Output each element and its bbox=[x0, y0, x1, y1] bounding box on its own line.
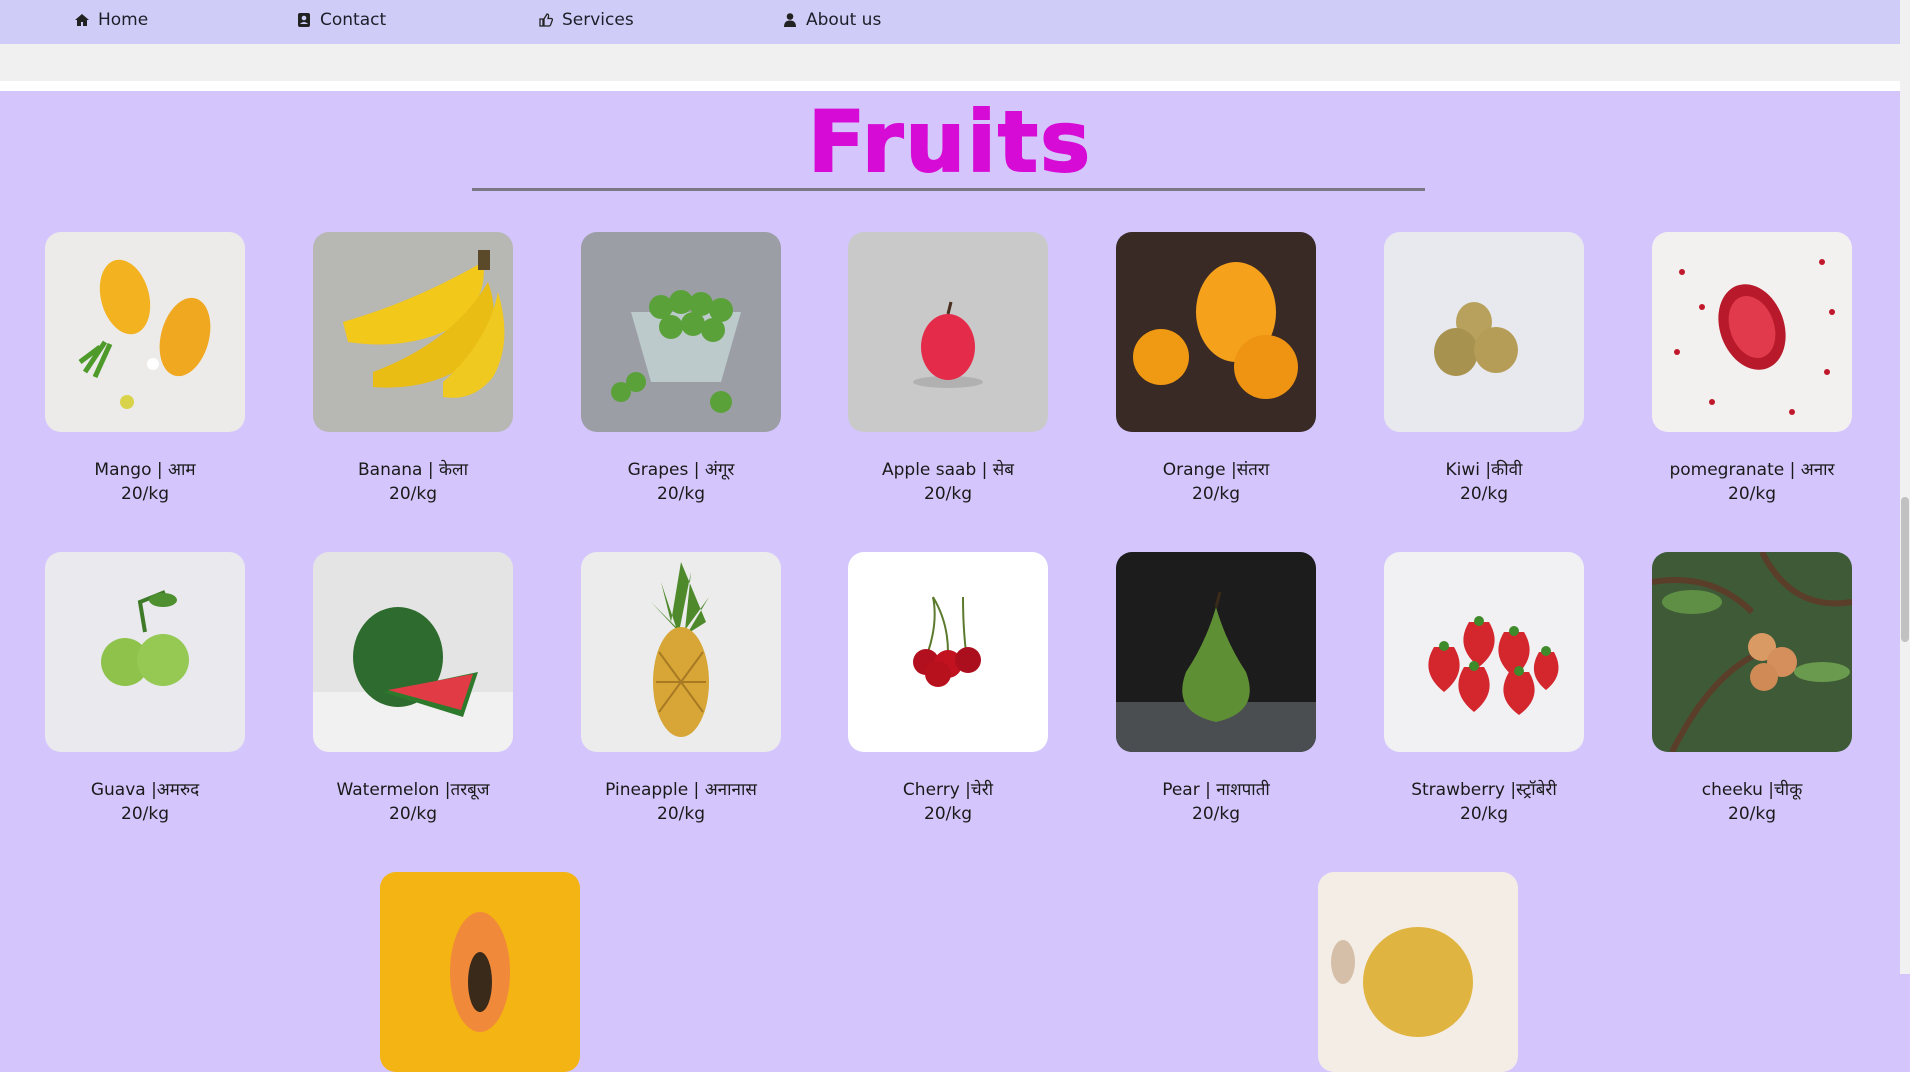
fruit-price: 20/kg bbox=[1192, 804, 1240, 824]
apple-image bbox=[848, 232, 1048, 432]
title-underline bbox=[472, 188, 1425, 191]
orange-image bbox=[1116, 232, 1316, 432]
mango-image bbox=[45, 232, 245, 432]
fruit-card-apple[interactable]: Apple saab | सेब 20/kg bbox=[848, 232, 1048, 506]
fruit-name: Strawberry |स्ट्रॉबेरी bbox=[1411, 780, 1557, 800]
fruit-price: 20/kg bbox=[121, 804, 169, 824]
strawberry-image bbox=[1384, 552, 1584, 752]
fruit-card-pear[interactable]: Pear | नाशपाती 20/kg bbox=[1116, 552, 1316, 826]
pineapple-image bbox=[581, 552, 781, 752]
fruit-card-pomegranate[interactable]: pomegranate | अनार 20/kg bbox=[1652, 232, 1852, 506]
nav-home-link[interactable]: Home bbox=[74, 0, 148, 40]
fruit-name: Pineapple | अनानास bbox=[605, 780, 757, 800]
user-icon bbox=[784, 13, 796, 27]
fruit-price: 20/kg bbox=[121, 484, 169, 504]
kiwi-image bbox=[1384, 232, 1584, 432]
nav-home-label: Home bbox=[98, 10, 149, 30]
fruit-card-grapes[interactable]: Grapes | अंगूर 20/kg bbox=[581, 232, 781, 506]
fruit-card-mango[interactable]: Mango | आम 20/kg bbox=[45, 232, 245, 506]
contact-card-icon bbox=[298, 13, 310, 27]
fruit-name: Orange |संतरा bbox=[1162, 460, 1270, 480]
fruit-name: Watermelon |तरबूज bbox=[336, 780, 490, 800]
nav-contact-link[interactable]: Contact bbox=[296, 0, 386, 40]
fruit-price: 20/kg bbox=[1460, 484, 1508, 504]
thumbs-up-icon bbox=[539, 13, 554, 27]
fruit-name: Apple saab | सेब bbox=[881, 460, 1014, 480]
fruit-price: 20/kg bbox=[1728, 804, 1776, 824]
fruit-card-watermelon[interactable]: Watermelon |तरबूज 20/kg bbox=[313, 552, 513, 826]
nav-about-label: About us bbox=[806, 10, 882, 30]
fruit-card-banana[interactable]: Banana | केला 20/kg bbox=[313, 232, 513, 506]
fruit-card-guava[interactable]: Guava |अमरुद 20/kg bbox=[45, 552, 245, 826]
fruit-card-papaya[interactable] bbox=[380, 872, 580, 1072]
fruit-name: Kiwi |कीवी bbox=[1445, 460, 1523, 480]
top-navbar: Home Contact Services About us bbox=[0, 0, 1900, 44]
fruit-card-kiwi[interactable]: Kiwi |कीवी 20/kg bbox=[1384, 232, 1584, 506]
fruit-name: pomegranate | अनार bbox=[1669, 460, 1835, 480]
fruit-price: 20/kg bbox=[924, 484, 972, 504]
fruit-name: Pear | नाशपाती bbox=[1162, 780, 1270, 800]
guava-image bbox=[45, 552, 245, 752]
nav-services-label: Services bbox=[562, 10, 634, 30]
muskmelon-image bbox=[1318, 872, 1518, 1072]
nav-services-link[interactable]: Services bbox=[538, 0, 634, 40]
watermelon-image bbox=[313, 552, 513, 752]
fruit-card-cheeku[interactable]: cheeku |चीकू 20/kg bbox=[1652, 552, 1852, 826]
fruit-price: 20/kg bbox=[1460, 804, 1508, 824]
fruit-price: 20/kg bbox=[1728, 484, 1776, 504]
fruit-card-strawberry[interactable]: Strawberry |स्ट्रॉबेरी 20/kg bbox=[1384, 552, 1584, 826]
fruit-price: 20/kg bbox=[1192, 484, 1240, 504]
fruit-price: 20/kg bbox=[657, 484, 705, 504]
fruit-name: Guava |अमरुद bbox=[90, 780, 200, 800]
home-icon bbox=[75, 14, 89, 26]
scrollbar-track[interactable] bbox=[1900, 0, 1910, 974]
fruit-card-orange[interactable]: Orange |संतरा 20/kg bbox=[1116, 232, 1316, 506]
pear-image bbox=[1116, 552, 1316, 752]
fruit-price: 20/kg bbox=[924, 804, 972, 824]
grapes-image bbox=[581, 232, 781, 432]
fruit-price: 20/kg bbox=[657, 804, 705, 824]
scrollbar-thumb[interactable] bbox=[1901, 497, 1909, 642]
nav-about-link[interactable]: About us bbox=[782, 0, 881, 40]
fruit-name: Mango | आम bbox=[94, 460, 196, 480]
fruit-price: 20/kg bbox=[389, 484, 437, 504]
papaya-image bbox=[380, 872, 580, 1072]
cheeku-image bbox=[1652, 552, 1852, 752]
fruit-name: Grapes | अंगूर bbox=[627, 460, 735, 480]
fruit-card-cherry[interactable]: Cherry |चेरी 20/kg bbox=[848, 552, 1048, 826]
pomegranate-image bbox=[1652, 232, 1852, 432]
fruit-name: Banana | केला bbox=[358, 460, 468, 480]
fruit-card-pineapple[interactable]: Pineapple | अनानास 20/kg bbox=[581, 552, 781, 826]
fruit-name: cheeku |चीकू bbox=[1701, 780, 1803, 800]
fruit-name: Cherry |चेरी bbox=[902, 780, 994, 800]
spacer-band bbox=[0, 44, 1900, 81]
section-divider bbox=[0, 81, 1900, 91]
section-title: Fruits bbox=[807, 92, 1093, 192]
fruit-card-muskmelon[interactable] bbox=[1318, 872, 1518, 1072]
fruit-price: 20/kg bbox=[389, 804, 437, 824]
nav-contact-label: Contact bbox=[320, 10, 387, 30]
banana-image bbox=[313, 232, 513, 432]
cherry-image bbox=[848, 552, 1048, 752]
